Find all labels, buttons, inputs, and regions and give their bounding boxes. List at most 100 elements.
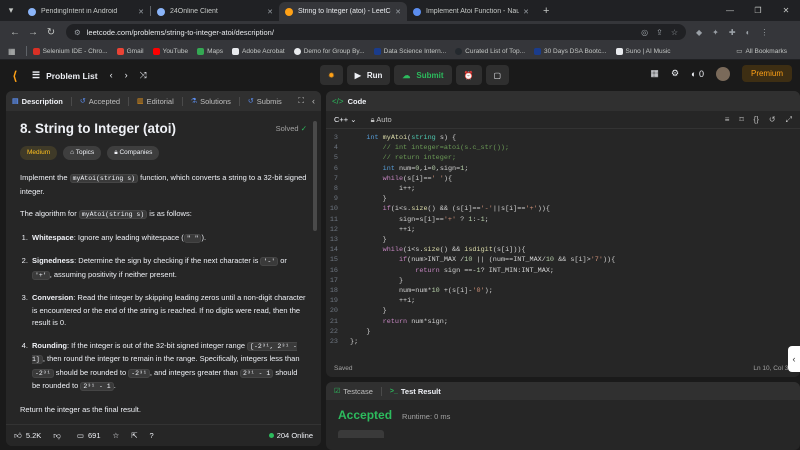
all-bookmarks-button[interactable]: ▭ All Bookmarks [736,47,787,56]
bookmark-item[interactable]: Demo for Group By... [293,47,365,55]
close-icon[interactable]: ✕ [395,8,401,16]
bookmark-item[interactable]: Data Science Intern... [373,47,446,55]
leetcode-logo-icon[interactable]: ⟨ [8,69,22,83]
tab-description[interactable]: ▤ Description [12,97,63,106]
puzzle-icon[interactable]: ✚ [729,28,736,37]
restore-icon[interactable]: ❐ [744,6,772,15]
browser-tab-0[interactable]: PendingIntent in Android ✕ [22,2,150,21]
bookmark-item[interactable]: Adobe Acrobat [232,47,285,55]
tab-editorial[interactable]: ▥ Editorial [137,97,174,106]
code-line[interactable]: 5 // return integer; [326,153,800,163]
eye-off-icon[interactable]: ◎ [641,28,648,37]
code-editor[interactable]: 3 int myAtoi(string s) {4 // int integer… [326,129,800,347]
close-window-icon[interactable]: ✕ [772,6,800,15]
code-line[interactable]: 9 } [326,194,800,204]
code-line[interactable]: 16 return sign ==-1? INT_MIN:INT_MAX; [326,266,800,276]
extension-icon[interactable]: ✦ [712,28,719,37]
collapse-icon[interactable]: ‹ [312,96,315,106]
comments-button[interactable]: ▭ 691 [77,431,101,440]
code-line[interactable]: 20 } [326,306,800,316]
code-line[interactable]: 6 int num=0,i=0,sign=1; [326,164,800,174]
code-line[interactable]: 22 } [326,327,800,337]
code-line[interactable]: 15 if(num>INT_MAX /10 || (num==INT_MAX/1… [326,255,800,265]
chevron-right-icon[interactable]: › [125,70,128,81]
description-scrollbar[interactable] [313,121,317,231]
tab-accepted[interactable]: ↺ Accepted [80,97,120,106]
code-line[interactable]: 8 i++; [326,184,800,194]
bookmark-icon[interactable]: ⌑ [739,115,743,125]
language-select[interactable]: C++ ⌄ [334,115,357,124]
layout-icon[interactable]: ▦ [650,68,659,79]
code-line[interactable]: 21 return num*sign; [326,317,800,327]
browser-tab-1[interactable]: 24Online Client ✕ [151,2,279,21]
format-icon[interactable]: ≡ [725,115,730,125]
reset-icon[interactable]: ↺ [769,115,776,125]
premium-button[interactable]: Premium [741,65,792,82]
new-tab-button[interactable]: + [543,5,549,17]
extension-icon[interactable]: ◆ [696,28,702,37]
code-line[interactable]: 7 while(s[i]==' '){ [326,174,800,184]
url-field[interactable]: ⚙ leetcode.com/problems/string-to-intege… [66,24,686,40]
bookmark-item[interactable]: Maps [197,47,223,55]
debug-button[interactable]: ✹ [320,65,343,85]
close-icon[interactable]: ✕ [267,8,273,16]
code-line[interactable]: 18 num=num*10 +(s[i]-'0'); [326,286,800,296]
topics-tag[interactable]: ⌂ Topics [63,145,102,160]
streak-counter[interactable]: ◐ 0 [691,69,704,79]
browser-tab-2[interactable]: String to Integer (atoi) - LeetCo ✕ [279,2,407,21]
bookmark-item[interactable]: Curated List of Top... [455,47,525,55]
forward-icon[interactable]: → [24,27,42,38]
submit-button[interactable]: ☁ Submit [394,65,452,85]
share-icon[interactable]: ⇪ [656,28,663,37]
code-line[interactable]: 23}; [326,337,800,347]
reload-icon[interactable]: ↻ [42,27,60,38]
menu-icon[interactable]: ⋮ [760,28,768,37]
code-line[interactable]: 12 ++i; [326,225,800,235]
code-line[interactable]: 4 // int integer=atoi(s.c_str()); [326,143,800,153]
apps-icon[interactable]: ▦ [8,47,16,56]
dislike-button[interactable]: 👎︎ [53,431,65,441]
bookmark-item[interactable]: YouTube [152,47,188,55]
code-line[interactable]: 10 if(i<s.size() && (s[i]=='-'||s[i]=='+… [326,204,800,214]
favorite-button[interactable]: ☆ [113,431,120,440]
shuffle-icon[interactable]: ⤨ [140,70,147,81]
bookmark-item[interactable]: Gmail [116,47,144,55]
close-icon[interactable]: ✕ [523,8,529,16]
tab-test-result[interactable]: >_ Test Result [390,387,441,396]
settings-icon[interactable]: ⚙ [671,68,679,79]
tab-search-icon[interactable]: ▾ [0,5,22,16]
bookmark-item[interactable]: 30 Days DSA Bootc... [534,47,607,55]
tab-submissions[interactable]: ↺ Submis [248,97,282,106]
fullscreen-icon[interactable]: ⤢ [786,115,792,125]
side-widget-button[interactable]: ‹ [788,346,800,372]
tab-testcase[interactable]: ☑ Testcase [334,387,373,396]
code-line[interactable]: 13 } [326,235,800,245]
maximize-icon[interactable]: ⛶ [298,96,304,106]
star-icon[interactable]: ☆ [671,28,678,37]
code-line[interactable]: 17 } [326,276,800,286]
case-tab[interactable] [338,430,384,438]
bookmark-item[interactable]: Suno | AI Music [615,47,671,55]
close-icon[interactable]: ✕ [138,8,144,16]
code-line[interactable]: 19 ++i; [326,296,800,306]
braces-icon[interactable]: {} [754,115,759,125]
chevron-left-icon[interactable]: ‹ [110,70,113,81]
run-button[interactable]: ▶ Run [346,65,391,85]
back-icon[interactable]: ← [6,27,24,38]
code-line[interactable]: 3 int myAtoi(string s) { [326,133,800,143]
timer-button[interactable]: ⏰ [455,65,482,85]
companies-tag[interactable]: 🔒︎ Companies [107,145,160,160]
bookmark-item[interactable]: Selenium IDE - Chro... [32,47,108,55]
code-line[interactable]: 11 sign=s[i]=='+' ? 1:-1; [326,215,800,225]
share-button[interactable]: ⇱ [131,431,137,440]
auto-mode-toggle[interactable]: 🔒︎ Auto [371,115,392,125]
problem-list-button[interactable]: ☰ Problem List [32,70,98,81]
help-button[interactable]: ? [150,431,154,440]
minimize-icon[interactable]: — [716,6,744,15]
site-info-icon[interactable]: ⚙ [74,28,81,37]
tab-solutions[interactable]: ⚗ Solutions [191,97,231,106]
like-button[interactable]: 👍︎ 5.2K [14,431,41,441]
code-line[interactable]: 14 while(i<s.size() && isdigit(s[i])){ [326,245,800,255]
browser-tab-3[interactable]: Implement Atoi Function - Nau ✕ [407,2,535,21]
avatar[interactable] [715,66,730,81]
